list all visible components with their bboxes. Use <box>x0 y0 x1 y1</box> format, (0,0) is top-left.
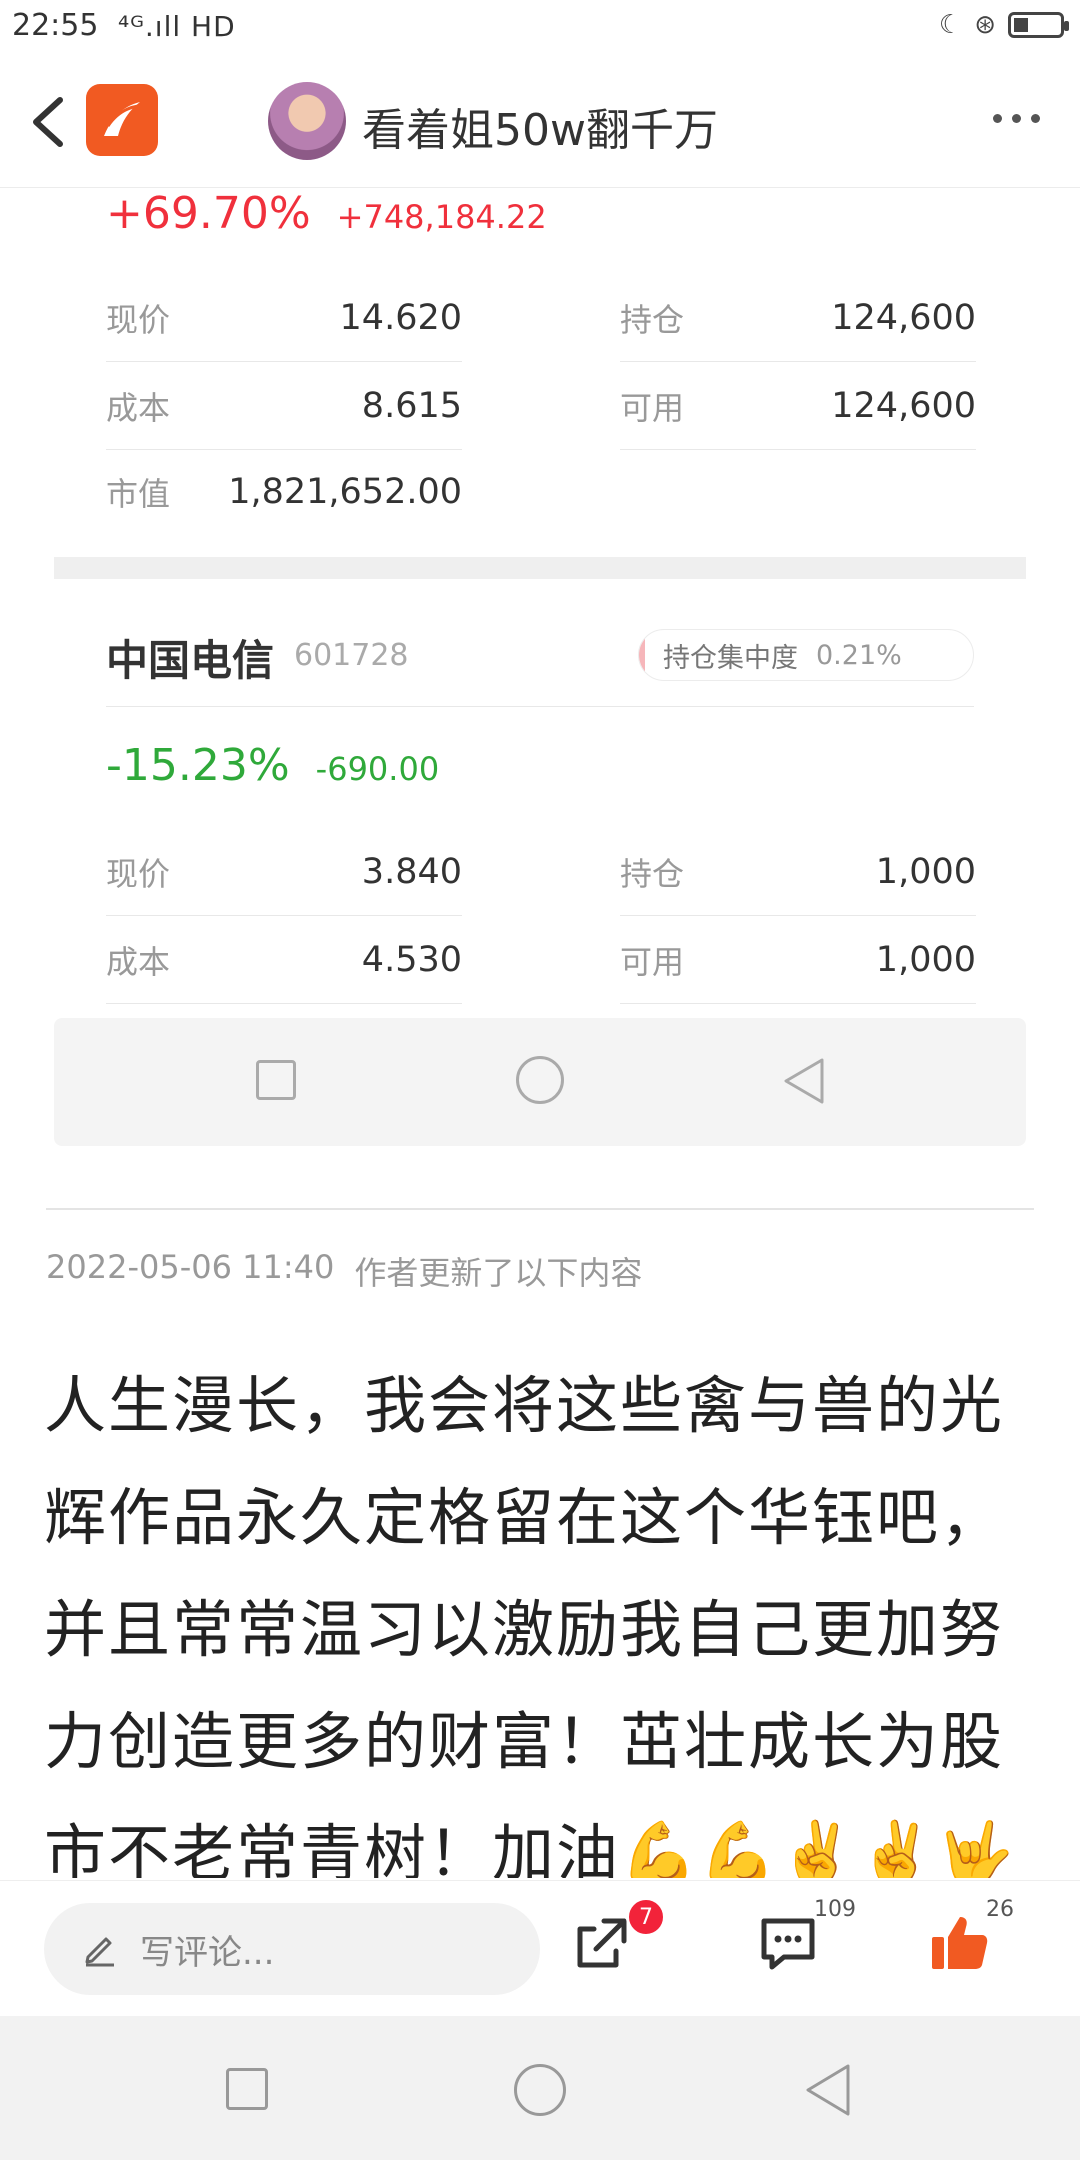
card-separator <box>54 557 1026 579</box>
stock1-market-value-row: 市值 1,821,652.00 <box>106 448 462 536</box>
status-time: 22:55 <box>12 8 99 43</box>
label: 可用 <box>620 388 685 427</box>
value: 124,600 <box>831 297 976 338</box>
label: 成本 <box>106 942 171 981</box>
app-logo-icon[interactable] <box>86 84 158 156</box>
stock2-price-row: 现价 3.840 <box>106 828 462 916</box>
comment-icon <box>761 1918 815 1970</box>
recent-apps-button[interactable] <box>226 2068 268 2110</box>
battery-icon <box>1008 12 1069 38</box>
label: 现价 <box>106 854 171 893</box>
concentration-label: 持仓集中度 <box>663 642 798 674</box>
top-nav-bar: 看着姐50w翻千万 <box>0 56 1080 188</box>
update-info: 2022-05-06 11:40 作者更新了以下内容 <box>46 1248 642 1294</box>
label: 市值 <box>106 475 171 513</box>
moon-icon: ☾ <box>938 10 963 40</box>
label: 持仓 <box>620 854 685 893</box>
stock1-price-row: 现价 14.620 <box>106 274 462 362</box>
avatar[interactable] <box>268 82 346 160</box>
stock2-available-row: 可用 1,000 <box>620 916 976 1004</box>
stock1-cost-row: 成本 8.615 <box>106 362 462 450</box>
stock1-change: +69.70% +748,184.22 <box>106 188 547 239</box>
label: 持仓 <box>620 300 685 339</box>
like-count: 26 <box>986 1897 1014 1922</box>
stock2-holding-row: 持仓 1,000 <box>620 828 976 916</box>
label: 成本 <box>106 388 171 427</box>
divider <box>46 1208 1034 1210</box>
stock2-code: 601728 <box>294 638 409 673</box>
label: 可用 <box>620 942 685 981</box>
stock2-amount: -690.00 <box>315 750 440 788</box>
divider <box>106 706 974 707</box>
stock2-name[interactable]: 中国电信 <box>106 627 274 688</box>
value: 1,000 <box>875 851 976 892</box>
update-timestamp: 2022-05-06 11:40 <box>46 1248 335 1286</box>
value: 124,600 <box>831 385 976 426</box>
stock1-available-row: 可用 124,600 <box>620 362 976 450</box>
network-indicator: ⁴ᴳ.ıll HD <box>118 10 236 43</box>
concentration-value: 0.21% <box>816 639 902 671</box>
value: 14.620 <box>339 297 462 338</box>
status-bar: 22:55 ⁴ᴳ.ıll HD ☾ ⊛ <box>0 0 1080 56</box>
comment-count: 109 <box>814 1897 856 1922</box>
back-arrow-icon[interactable] <box>26 94 74 150</box>
share-badge: 7 <box>626 1897 666 1937</box>
triangle-back-icon <box>784 1058 824 1104</box>
square-icon <box>256 1060 296 1100</box>
stock2-cost-row: 成本 4.530 <box>106 916 462 1004</box>
comment-input[interactable]: 写评论... <box>44 1903 540 1995</box>
update-note: 作者更新了以下内容 <box>354 1254 643 1292</box>
page-title: 看着姐50w翻千万 <box>362 105 718 156</box>
share-icon <box>577 1918 627 1968</box>
label: 现价 <box>106 300 171 339</box>
stock1-amount: +748,184.22 <box>336 198 547 236</box>
more-dots-icon[interactable] <box>993 114 1040 123</box>
value: 1,821,652.00 <box>228 472 462 512</box>
thumbs-up-icon <box>932 1917 988 1969</box>
stock1-holding-row: 持仓 124,600 <box>620 274 976 362</box>
stock2-pct: -15.23% <box>106 740 290 791</box>
value: 4.530 <box>361 939 462 980</box>
post-content: 人生漫长，我会将这些禽与兽的光辉作品永久定格留在这个华钰吧，并且常常温习以激励我… <box>44 1369 1016 1878</box>
comment-placeholder: 写评论... <box>140 1932 275 1973</box>
pencil-icon <box>85 1937 114 1967</box>
like-button[interactable]: 26 <box>928 1897 1014 1979</box>
value: 8.615 <box>361 385 462 426</box>
share-button[interactable]: 7 <box>570 1897 666 1979</box>
value: 3.840 <box>361 851 462 892</box>
stock1-pct: +69.70% <box>106 188 311 239</box>
value: 1,000 <box>875 939 976 980</box>
back-button[interactable] <box>804 2062 852 2118</box>
home-button[interactable] <box>514 2064 566 2116</box>
status-icons: ☾ ⊛ <box>938 10 1069 40</box>
circle-icon <box>516 1056 564 1104</box>
comments-button[interactable]: 109 <box>756 1897 856 1979</box>
concentration-pill: 持仓集中度 0.21% <box>638 629 974 681</box>
system-nav-bar <box>0 2016 1080 2160</box>
rotation-lock-icon: ⊛ <box>974 10 996 40</box>
screenshot-nav-bar <box>54 1018 1026 1146</box>
stock2-change: -15.23% -690.00 <box>106 740 439 791</box>
bottom-action-bar: 写评论... 7 109 26 <box>0 1880 1080 2016</box>
